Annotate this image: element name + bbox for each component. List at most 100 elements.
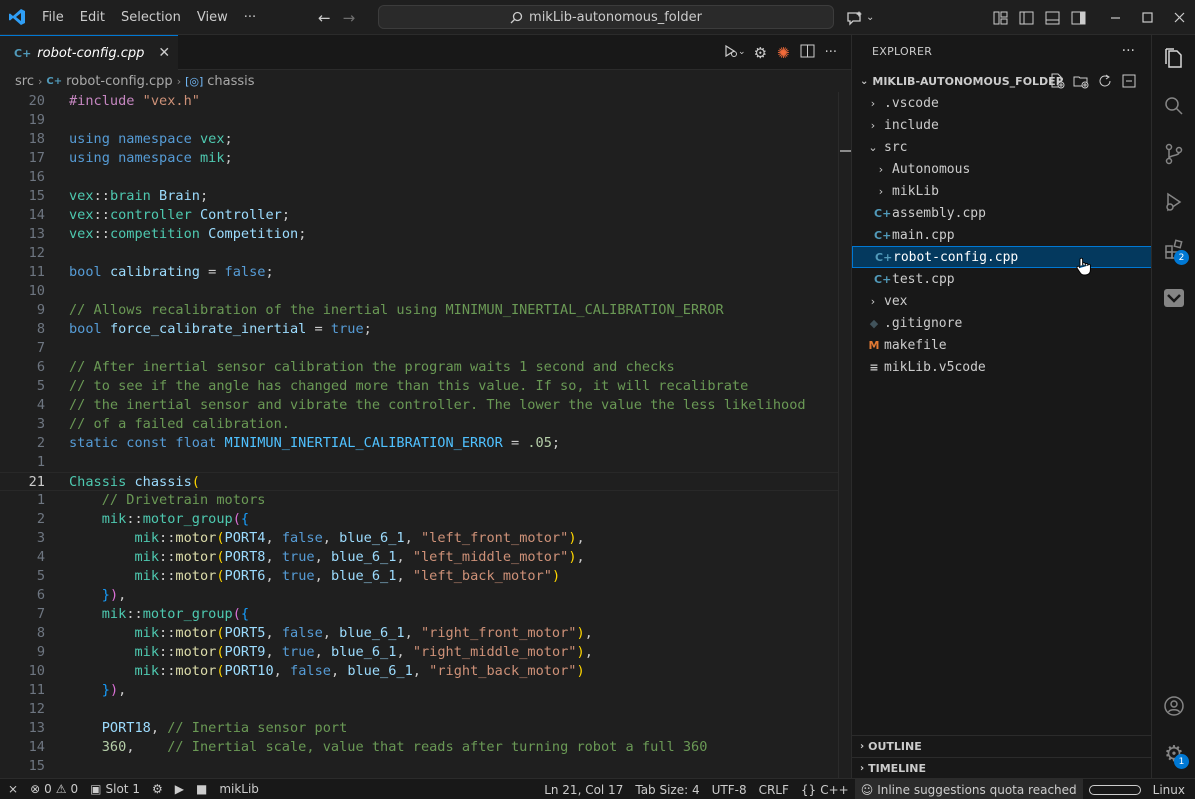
outline-section[interactable]: › OUTLINE: [852, 735, 1152, 757]
copilot-status-text: Inline suggestions quota reached: [877, 782, 1077, 797]
toggle-secondary-sidebar-icon[interactable]: [1065, 0, 1091, 35]
breadcrumb-src[interactable]: src: [15, 74, 34, 89]
tree-item-label: src: [884, 139, 908, 155]
vex-project-name[interactable]: mikLib: [213, 779, 265, 799]
code-line: 13 vex::competition Competition;: [28, 226, 307, 242]
tree-file[interactable]: C+ main.cpp: [852, 224, 1152, 246]
cursor-position[interactable]: Ln 21, Col 17: [538, 779, 629, 799]
encoding[interactable]: UTF-8: [706, 779, 753, 799]
vex-slot-selector[interactable]: ▣ Slot 1: [84, 779, 146, 799]
tree-file[interactable]: C+ test.cpp: [852, 268, 1152, 290]
code-line: 12: [28, 701, 45, 717]
chevron-right-icon: ›: [878, 184, 884, 198]
explorer-sidebar: EXPLORER ··· ⌄ MIKLIB-AUTONOMOUS_FOLDER …: [851, 35, 1152, 779]
source-control-icon[interactable]: [1152, 131, 1195, 177]
gear-icon[interactable]: ⚙: [754, 44, 767, 62]
explorer-title: EXPLORER: [872, 45, 933, 58]
vex-stop-button[interactable]: ■: [190, 779, 213, 799]
tree-item-label: mikLib: [892, 183, 939, 199]
close-tab-icon[interactable]: ✕: [158, 45, 170, 61]
tree-folder[interactable]: › include: [852, 114, 1152, 136]
workspace-folder-name: MIKLIB-AUTONOMOUS_FOLDER: [872, 74, 1065, 88]
cpp-file-icon: C+: [875, 250, 893, 264]
back-arrow-icon[interactable]: ←: [318, 9, 331, 27]
toggle-panel-icon[interactable]: [1039, 0, 1065, 35]
editor-tabs-bar: C+ robot-config.cpp ✕ ⌄ ⚙ ✺ ···: [0, 35, 851, 70]
new-file-icon[interactable]: [1049, 73, 1065, 93]
mouse-pointer-icon: [1075, 257, 1093, 281]
tab-robot-config[interactable]: C+ robot-config.cpp ✕: [0, 35, 178, 70]
chevron-down-icon: ⌄: [868, 140, 878, 154]
account-icon[interactable]: [1152, 683, 1195, 729]
vex-extension-icon[interactable]: [1152, 275, 1195, 321]
vex-spark-icon[interactable]: ✺: [777, 44, 790, 62]
current-code-line: 21 Chassis chassis(: [0, 472, 838, 491]
vex-build-button[interactable]: ⚙: [146, 779, 169, 799]
run-debug-icon[interactable]: [1152, 179, 1195, 225]
run-debug-icon[interactable]: ⌄: [724, 44, 745, 62]
tree-item-label: vex: [884, 293, 908, 309]
explorer-icon[interactable]: [1152, 35, 1195, 81]
toggle-primary-sidebar-icon[interactable]: [1013, 0, 1039, 35]
close-window-icon[interactable]: [1163, 0, 1195, 35]
tree-file[interactable]: C+ assembly.cpp: [852, 202, 1152, 224]
maximize-icon[interactable]: [1131, 0, 1163, 35]
command-center-search[interactable]: mikLib-autonomous_folder: [378, 5, 834, 29]
refresh-icon[interactable]: [1097, 73, 1113, 93]
activity-bar: 2 ⚙ 1: [1151, 35, 1195, 778]
vex-run-button[interactable]: ▶: [169, 779, 190, 799]
forward-arrow-icon[interactable]: →: [343, 9, 356, 27]
code-editor[interactable]: 20 #include "vex.h" 19 18 using namespace …: [0, 92, 851, 778]
end-of-line[interactable]: CRLF: [753, 779, 795, 799]
code-line: 4// the inertial sensor and vibrate the …: [36, 397, 806, 413]
more-actions-icon[interactable]: ···: [1122, 43, 1135, 59]
new-folder-icon[interactable]: [1073, 73, 1089, 93]
tree-file[interactable]: C+ robot-config.cpp: [852, 246, 1152, 268]
language-mode[interactable]: {} C++: [795, 779, 855, 799]
tree-file[interactable]: ≡ mikLib.v5code: [852, 356, 1152, 378]
extensions-icon[interactable]: 2: [1152, 227, 1195, 273]
more-actions-icon[interactable]: ···: [825, 45, 837, 60]
breadcrumb-file[interactable]: robot-config.cpp: [66, 74, 173, 89]
code-line: 10 mik::motor(PORT10, false, blue_6_1, "…: [28, 663, 585, 679]
warning-icon: ⚠: [55, 782, 67, 796]
tree-file[interactable]: Mmakefile: [852, 334, 1152, 356]
extensions-badge: 2: [1174, 250, 1189, 265]
tree-folder[interactable]: › Autonomous: [852, 158, 1152, 180]
indentation[interactable]: Tab Size: 4: [629, 779, 705, 799]
minimize-icon[interactable]: [1099, 0, 1131, 35]
code-line: 10: [28, 283, 45, 299]
remote-indicator[interactable]: ⨯: [0, 779, 24, 799]
robot-icon: ⚙: [151, 782, 163, 796]
customize-layout-icon[interactable]: [987, 0, 1013, 35]
manage-gear-icon[interactable]: ⚙ 1: [1152, 731, 1195, 777]
tree-item-label: include: [884, 117, 939, 133]
problems-indicator[interactable]: ⊗ 0 ⚠ 0: [24, 779, 84, 799]
timeline-section[interactable]: › TIMELINE: [852, 757, 1152, 779]
tree-folder[interactable]: ⌄ src: [852, 136, 1152, 158]
cpp-file-icon: C+: [874, 228, 892, 242]
menu-more[interactable]: ···: [236, 0, 264, 35]
split-editor-icon[interactable]: [800, 44, 815, 62]
copilot-menu[interactable]: ⌄: [846, 0, 874, 35]
tree-item-label: .vscode: [884, 95, 939, 111]
vscode-logo-icon: [0, 0, 34, 35]
menu-selection[interactable]: Selection: [113, 0, 189, 35]
menu-file[interactable]: File: [34, 0, 72, 35]
menu-edit[interactable]: Edit: [72, 0, 113, 35]
os-indicator[interactable]: Linux: [1147, 779, 1195, 799]
tree-file[interactable]: ◆ .gitignore: [852, 312, 1152, 334]
menu-view[interactable]: View: [189, 0, 236, 35]
tree-item-label: mikLib.v5code: [884, 359, 986, 375]
copilot-status[interactable]: ☺ Inline suggestions quota reached: [854, 779, 1083, 799]
search-icon[interactable]: [1152, 83, 1195, 129]
tree-folder[interactable]: › mikLib: [852, 180, 1152, 202]
symbol-variable-icon: [◎]: [185, 74, 204, 88]
chevron-right-icon: ›: [176, 74, 182, 88]
tree-folder[interactable]: › vex: [852, 290, 1152, 312]
remote-icon: ⨯: [8, 782, 19, 796]
collapse-all-icon[interactable]: [1121, 73, 1137, 93]
editor-scrollbar[interactable]: [838, 92, 851, 778]
breadcrumb-symbol[interactable]: chassis: [207, 74, 254, 89]
tree-folder[interactable]: › .vscode: [852, 92, 1152, 114]
